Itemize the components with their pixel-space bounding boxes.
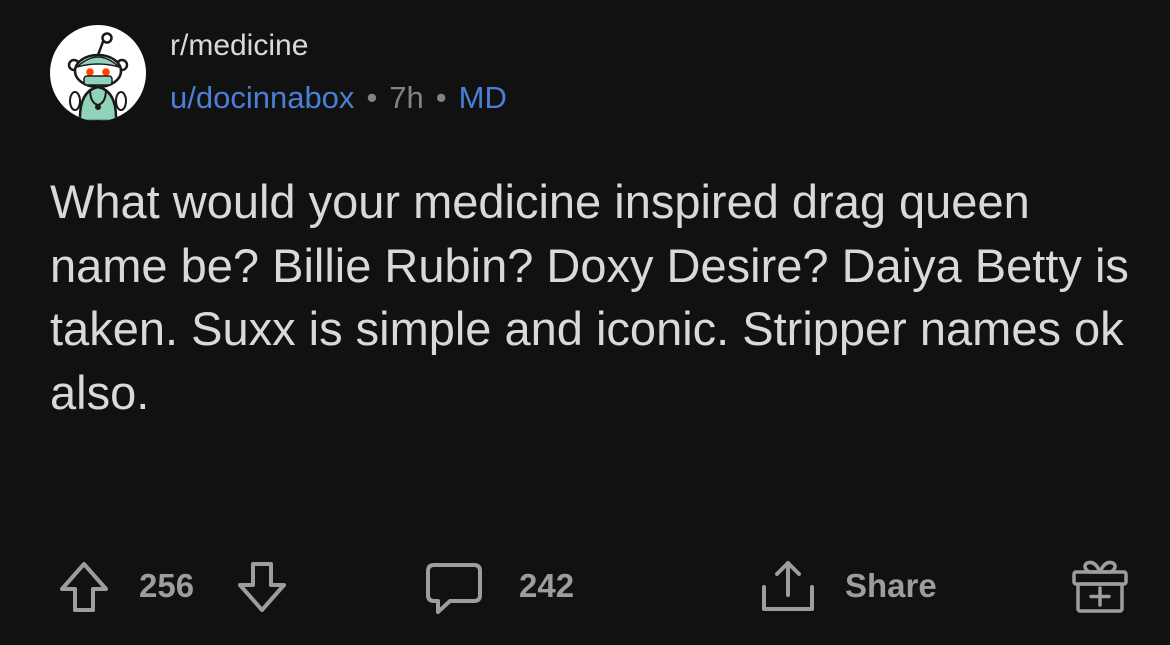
meta-separator: • <box>366 80 378 115</box>
downvote-arrow-icon <box>234 559 290 615</box>
author-avatar[interactable] <box>50 25 146 121</box>
share-icon <box>756 557 820 617</box>
post-body: What would your medicine inspired drag q… <box>50 175 1129 419</box>
author-link[interactable]: u/docinnabox <box>170 80 354 115</box>
share-button[interactable] <box>756 557 820 617</box>
comments-button[interactable] <box>424 559 484 619</box>
post-card: r/medicine u/docinnabox • 7h • MD What would… <box>0 0 1170 645</box>
action-bar: 256 242 Share <box>0 555 1170 625</box>
share-label[interactable]: Share <box>845 567 937 605</box>
user-flair: MD <box>458 80 507 115</box>
comment-count: 242 <box>519 567 575 604</box>
post-meta: u/docinnabox • 7h • MD <box>170 80 507 116</box>
snoo-doctor-icon <box>67 32 129 121</box>
post-age: 7h <box>389 80 424 115</box>
gift-award-icon <box>1068 555 1132 619</box>
vote-score: 256 <box>139 567 195 604</box>
meta-separator: • <box>435 80 447 115</box>
comment-bubble-icon <box>424 559 484 619</box>
upvote-arrow-icon <box>56 559 112 615</box>
award-button[interactable] <box>1068 555 1132 619</box>
downvote-button[interactable] <box>234 559 290 615</box>
upvote-button[interactable] <box>56 559 112 615</box>
subreddit-link[interactable]: r/medicine <box>170 28 308 64</box>
